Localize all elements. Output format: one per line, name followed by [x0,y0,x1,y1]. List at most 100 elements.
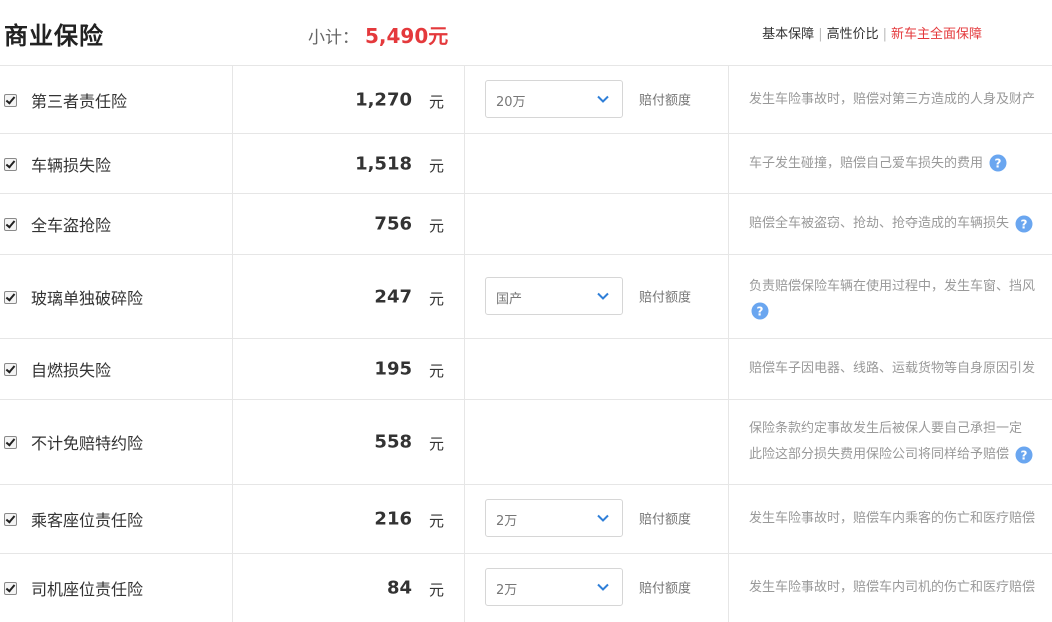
price-unit: 元 [428,216,444,235]
plan-separator: | [818,27,823,42]
option-cell: 2万 赔付额度 [465,554,729,622]
chevron-down-icon [597,95,609,103]
plan-presets: 基本保障 | 高性价比 | 新车主全面保障 [762,23,982,42]
name-cell: 全车盗抢险 [0,194,233,254]
question-circle-icon[interactable]: ? [751,302,769,320]
coverage-label: 赔付额度 [639,290,692,306]
row-checkbox[interactable] [4,582,17,595]
price-cell: 216 元 [233,485,465,553]
plan-full-new-owner[interactable]: 新车主全面保障 [891,27,982,42]
question-circle-icon[interactable]: ? [989,154,1007,172]
row-checkbox[interactable] [4,157,17,171]
option-cell: 20万 赔付额度 [465,66,729,133]
table-row: 全车盗抢险 756 元 赔偿全车被盗窃、抢劫、抢夺造成的车辆损失? [0,194,1052,255]
subtotal-label: 小计： [308,28,359,48]
option-cell: 国产 赔付额度 [465,255,729,338]
insurance-price: 84 [386,577,412,599]
insurance-price: 195 [374,358,412,380]
price-unit: 元 [428,434,444,453]
chevron-down-icon [597,514,609,522]
insurance-header: 商业保险 小计： 5,490元 基本保障 | 高性价比 | 新车主全面保障 [0,0,1052,64]
description-line-1: 保险条款约定事故发生后被保人要自己承担一定 [749,421,1023,436]
option-cell [465,194,729,254]
question-circle-icon[interactable]: ? [1015,446,1033,464]
insurance-description: 赔偿全车被盗窃、抢劫、抢夺造成的车辆损失? [749,211,1033,237]
insurance-price: 558 [374,431,412,453]
desc-cell: 发生车险事故时，赔偿车内乘客的伤亡和医疗赔偿 [729,485,1052,553]
coverage-select[interactable]: 国产 [485,276,623,315]
coverage-label: 赔付额度 [639,93,692,109]
price-cell: 1,270 元 [233,66,465,133]
price-unit: 元 [428,156,444,175]
option-cell: 2万 赔付额度 [465,485,729,553]
insurance-price: 1,270 [355,89,412,110]
option-cell [465,134,729,193]
desc-cell: 负责赔偿保险车辆在使用过程中，发生车窗、挡风? [729,255,1052,338]
plan-basic[interactable]: 基本保障 [762,27,814,42]
desc-cell: 发生车险事故时，赔偿对第三方造成的人身及财产 [729,66,1052,133]
insurance-description: 发生车险事故时，赔偿车内司机的伤亡和医疗赔偿 [749,580,1036,595]
insurance-description: 负责赔偿保险车辆在使用过程中，发生车窗、挡风? [749,274,1035,320]
insurance-price: 216 [374,508,412,530]
row-checkbox[interactable] [4,93,17,107]
table-row: 车辆损失险 1,518 元 车子发生碰撞，赔偿自己爱车损失的费用? [0,134,1052,194]
insurance-name: 全车盗抢险 [31,216,112,235]
coverage-select[interactable]: 2万 [485,499,623,537]
coverage-value: 20万 [496,94,526,110]
insurance-name: 不计免赔特约险 [31,434,144,453]
price-cell: 1,518 元 [233,134,465,193]
subtotal: 小计： 5,490元 [308,20,448,49]
table-row: 司机座位责任险 84 元 2万 赔付额度 发生车险事故时，赔偿车内司机的伤亡和医… [0,554,1052,622]
option-cell [465,339,729,399]
coverage-label: 赔付额度 [639,581,692,597]
desc-cell: 保险条款约定事故发生后被保人要自己承担一定此险这部分损失费用保险公司将同样给予赔… [729,400,1052,484]
description-line-2: 此险这部分损失费用保险公司将同样给予赔偿? [749,442,1033,468]
row-checkbox[interactable] [4,436,17,449]
row-checkbox[interactable] [4,363,17,376]
svg-text:?: ? [757,304,764,318]
coverage-select[interactable]: 2万 [485,568,623,606]
svg-text:?: ? [1021,217,1028,231]
question-circle-icon[interactable]: ? [1015,215,1033,233]
coverage-value: 国产 [496,291,523,307]
insurance-name: 乘客座位责任险 [31,511,144,530]
price-unit: 元 [428,580,444,599]
coverage-select[interactable]: 20万 [485,79,623,118]
insurance-name: 玻璃单独破碎险 [31,288,144,308]
insurance-description: 赔偿车子因电器、线路、运载货物等自身原因引发 [749,361,1036,376]
table-row: 不计免赔特约险 558 元 保险条款约定事故发生后被保人要自己承担一定此险这部分… [0,400,1052,485]
insurance-description: 发生车险事故时，赔偿车内乘客的伤亡和医疗赔偿 [749,511,1036,526]
desc-cell: 赔偿车子因电器、线路、运载货物等自身原因引发 [729,339,1052,399]
row-checkbox[interactable] [4,218,17,231]
plan-value[interactable]: 高性价比 [827,27,879,42]
name-cell: 司机座位责任险 [0,554,233,622]
chevron-down-icon [597,583,609,591]
insurance-name: 司机座位责任险 [31,580,144,599]
coverage-value: 2万 [496,514,518,529]
desc-cell: 发生车险事故时，赔偿车内司机的伤亡和医疗赔偿 [729,554,1052,622]
name-cell: 不计免赔特约险 [0,400,233,484]
price-unit: 元 [428,361,444,380]
svg-text:?: ? [995,157,1002,171]
row-checkbox[interactable] [4,290,17,304]
description-text: 负责赔偿保险车辆在使用过程中，发生车窗、挡风 [749,278,1036,294]
price-cell: 84 元 [233,554,465,622]
insurance-description: 车子发生碰撞，赔偿自己爱车损失的费用? [749,151,1007,177]
row-checkbox[interactable] [4,513,17,526]
table-row: 玻璃单独破碎险 247 元 国产 赔付额度 负责赔偿保险车辆在使用过程中，发生车… [0,255,1052,339]
table-row: 乘客座位责任险 216 元 2万 赔付额度 发生车险事故时，赔偿车内乘客的伤亡和… [0,485,1052,554]
price-cell: 558 元 [233,400,465,484]
coverage-value: 2万 [496,583,518,598]
price-unit: 元 [428,289,444,308]
name-cell: 自燃损失险 [0,339,233,399]
insurance-price: 756 [374,213,412,235]
insurance-description: 保险条款约定事故发生后被保人要自己承担一定此险这部分损失费用保险公司将同样给予赔… [749,416,1033,468]
insurance-name: 自燃损失险 [31,361,112,380]
table-row: 第三者责任险 1,270 元 20万 赔付额度 发生车险事故时，赔偿对第三方造成… [0,66,1052,134]
price-cell: 247 元 [233,255,465,338]
name-cell: 第三者责任险 [0,66,233,133]
name-cell: 车辆损失险 [0,134,233,193]
desc-cell: 赔偿全车被盗窃、抢劫、抢夺造成的车辆损失? [729,194,1052,254]
table-row: 自燃损失险 195 元 赔偿车子因电器、线路、运载货物等自身原因引发 [0,339,1052,400]
insurance-price: 1,518 [355,153,412,174]
